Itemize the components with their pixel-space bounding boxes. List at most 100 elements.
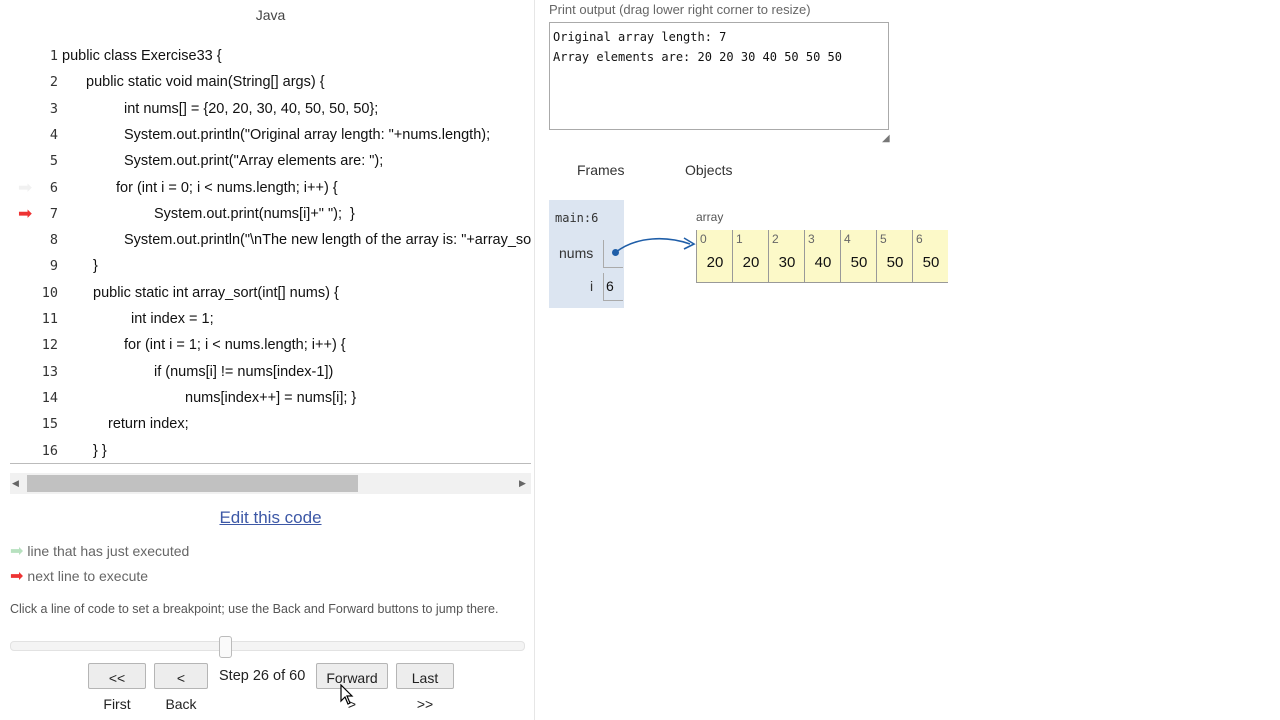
array-cell: 1 20 <box>732 230 769 282</box>
code-line[interactable]: 1 public class Exercise33 { <box>10 44 531 70</box>
legend-next-label: next line to execute <box>27 568 149 584</box>
back-button[interactable]: < Back <box>154 663 208 712</box>
code-text: int nums[] = {20, 20, 30, 40, 50, 50, 50… <box>124 100 379 117</box>
array-value: 50 <box>850 254 868 271</box>
panel-divider <box>534 0 535 720</box>
array-cell: 4 50 <box>840 230 877 282</box>
line-number[interactable]: 2 <box>28 74 58 90</box>
variable-value-i: 6 <box>606 278 614 294</box>
code-text: for (int i = 0; i < nums.length; i++) { <box>116 179 338 196</box>
line-number[interactable]: 1 <box>28 48 58 64</box>
code-text: } } <box>93 442 107 459</box>
step-slider-track[interactable] <box>10 641 525 651</box>
scrollbar-thumb[interactable] <box>27 475 358 492</box>
code-line[interactable]: 3 int nums[] = {20, 20, 30, 40, 50, 50, 5… <box>10 97 531 123</box>
code-text: System.out.println("Original array lengt… <box>124 126 491 143</box>
code-line[interactable]: 8 System.out.println("\nThe new length of… <box>10 228 531 254</box>
code-text: return index; <box>108 416 189 433</box>
scroll-right-arrow-icon[interactable]: ▶ <box>519 478 526 489</box>
code-line[interactable]: ➡ 7 System.out.print(nums[i]+" "); } <box>10 202 531 228</box>
code-text: public static void main(String[] args) { <box>86 74 325 91</box>
code-line[interactable]: 4 System.out.println("Original array leng… <box>10 123 531 149</box>
step-counter: Step 26 of 60 <box>219 668 306 684</box>
code-text: public class Exercise33 { <box>62 48 222 64</box>
code-divider <box>10 463 531 464</box>
red-arrow-icon: ➡ <box>10 568 24 585</box>
breakpoint-hint: Click a line of code to set a breakpoint… <box>10 602 499 616</box>
line-number[interactable]: 16 <box>28 443 58 459</box>
resize-grip-icon[interactable]: ◢ <box>882 133 890 144</box>
line-number[interactable]: 10 <box>28 285 58 301</box>
edit-code-link[interactable]: Edit this code <box>0 508 541 528</box>
array-value: 50 <box>922 254 940 271</box>
array-index: 2 <box>772 232 779 246</box>
code-text: for (int i = 1; i < nums.length; i++) { <box>124 337 346 354</box>
code-line[interactable]: 5 System.out.print("Array elements are: "… <box>10 149 531 175</box>
array-index: 4 <box>844 232 851 246</box>
variable-name-i: i <box>590 278 594 294</box>
output-line: Array elements are: 20 20 30 40 50 50 50 <box>553 50 842 64</box>
code-line[interactable]: 14 nums[index++] = nums[i]; } <box>10 386 531 412</box>
code-listing[interactable]: 1 public class Exercise33 {2 public static… <box>10 42 531 462</box>
array-value: 40 <box>814 254 832 271</box>
array-cell: 0 20 <box>696 230 733 282</box>
line-number[interactable]: 5 <box>28 153 58 169</box>
array-value: 20 <box>706 254 724 271</box>
line-number[interactable]: 11 <box>28 311 58 327</box>
code-text: System.out.print("Array elements are: ")… <box>124 153 384 170</box>
array-index: 3 <box>808 232 815 246</box>
variable-name-nums: nums <box>559 245 594 261</box>
line-number[interactable]: 3 <box>28 101 58 117</box>
pointer-arrow <box>615 237 696 253</box>
code-text: if (nums[i] != nums[index-1]) <box>154 363 334 380</box>
array-cell: 3 40 <box>804 230 841 282</box>
green-arrow-icon: ➡ <box>10 543 24 560</box>
code-text: } <box>93 258 98 275</box>
line-number[interactable]: 4 <box>28 127 58 143</box>
array-index: 0 <box>700 232 707 246</box>
line-number[interactable]: 7 <box>28 206 58 222</box>
code-line[interactable]: 12 for (int i = 1; i < nums.length; i++) … <box>10 333 531 359</box>
code-text: public static int array_sort(int[] nums)… <box>93 284 339 301</box>
line-number[interactable]: 9 <box>28 258 58 274</box>
array-index: 5 <box>880 232 887 246</box>
code-line[interactable]: 2 public static void main(String[] args) … <box>10 70 531 96</box>
array-value: 20 <box>742 254 760 271</box>
last-button[interactable]: Last >> <box>396 663 454 712</box>
mouse-pointer-icon <box>340 684 354 705</box>
code-line[interactable]: 10 public static int array_sort(int[] num… <box>10 281 531 307</box>
code-line[interactable]: ➡ 6 for (int i = 0; i < nums.length; i++) … <box>10 176 531 202</box>
array-index: 1 <box>736 232 743 246</box>
array-value: 30 <box>778 254 796 271</box>
line-number[interactable]: 14 <box>28 390 58 406</box>
code-text: int index = 1; <box>131 311 214 327</box>
step-slider-handle[interactable] <box>219 636 233 658</box>
frames-header: Frames <box>577 162 625 178</box>
code-line[interactable]: 9} <box>10 254 531 280</box>
line-number[interactable]: 6 <box>28 180 58 196</box>
array-cell: 6 50 <box>912 230 949 282</box>
line-number[interactable]: 13 <box>28 364 58 380</box>
output-line: Original array length: 7 <box>553 30 727 44</box>
array-cell: 2 30 <box>768 230 805 282</box>
print-output-label: Print output (drag lower right corner to… <box>549 2 811 17</box>
array-index: 6 <box>916 232 923 246</box>
frame-name: main:6 <box>555 211 599 225</box>
scroll-left-arrow-icon[interactable]: ◀ <box>12 478 19 489</box>
code-line[interactable]: 13 if (nums[i] != nums[index-1]) <box>10 360 531 386</box>
legend-executed: ➡ line that has just executed <box>10 541 189 561</box>
code-text: System.out.print(nums[i]+" "); } <box>154 205 355 222</box>
code-line[interactable]: 15 return index; <box>10 412 531 438</box>
array-value: 50 <box>886 254 904 271</box>
first-button[interactable]: << First <box>88 663 146 712</box>
line-number[interactable]: 8 <box>28 232 58 248</box>
legend-executed-label: line that has just executed <box>27 543 190 559</box>
array-cell: 5 50 <box>876 230 913 282</box>
line-number[interactable]: 12 <box>28 337 58 353</box>
language-title: Java <box>255 7 286 23</box>
code-line[interactable]: 16 } } <box>10 439 531 463</box>
objects-header: Objects <box>685 162 733 178</box>
array-type-label: array <box>696 210 724 224</box>
code-line[interactable]: 11 int index = 1; <box>10 307 531 333</box>
line-number[interactable]: 15 <box>28 416 58 432</box>
